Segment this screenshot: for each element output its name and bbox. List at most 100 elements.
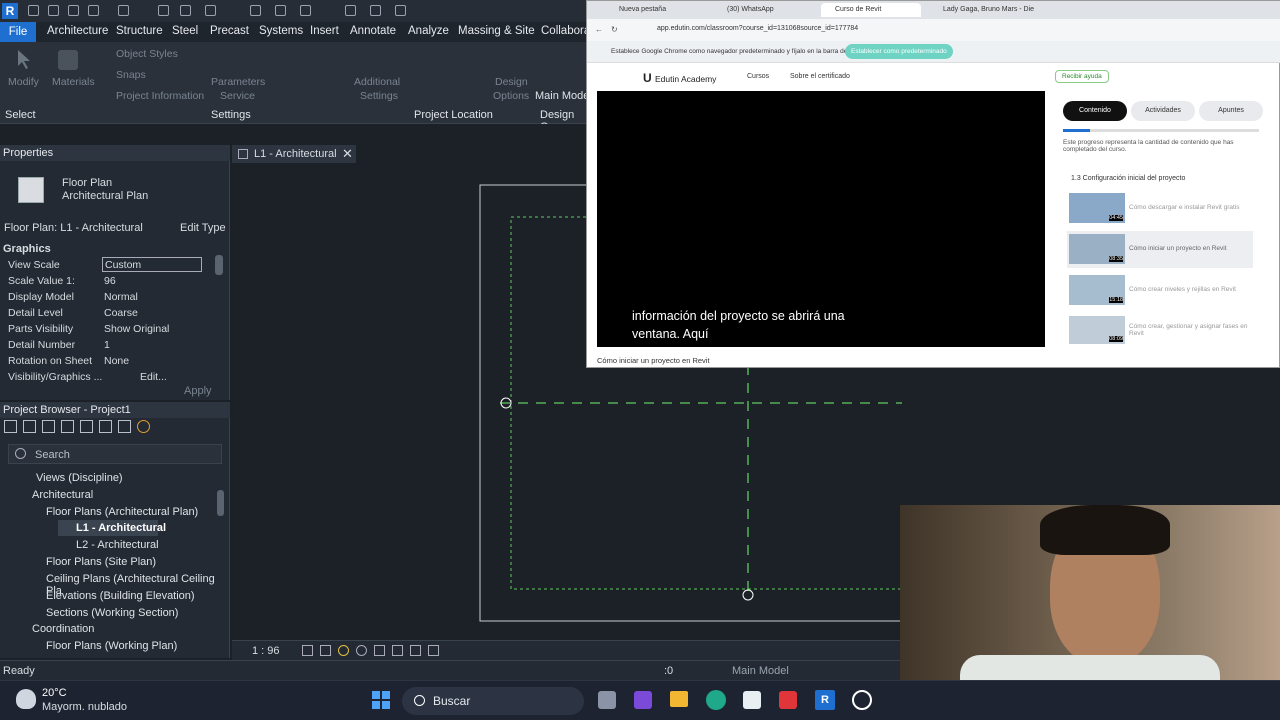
type-selector-line1[interactable]: Floor Plan — [62, 177, 112, 189]
browser-tab[interactable]: (30) WhatsApp — [713, 3, 813, 17]
revit-logo-icon[interactable]: R — [2, 3, 18, 19]
section-title[interactable]: 1.3 Configuración inicial del proyecto — [1071, 175, 1185, 182]
sync-icon[interactable] — [68, 5, 79, 16]
tree-item-working-plan[interactable]: Floor Plans (Working Plan) — [46, 640, 177, 652]
browser-tab[interactable]: Lady Gaga, Bruno Mars - Die W — [929, 3, 1041, 27]
hide-crop-icon[interactable] — [392, 645, 403, 656]
windows-start-icon[interactable] — [372, 691, 390, 709]
set-default-button[interactable]: Establecer como predeterminado — [845, 44, 953, 59]
display-model-field[interactable]: Normal — [104, 291, 138, 303]
text-icon[interactable] — [275, 5, 286, 16]
help-button[interactable]: Recibir ayuda — [1055, 70, 1109, 83]
tab-annotate[interactable]: Annotate — [350, 25, 396, 37]
lesson-thumb[interactable]: 08:35 — [1069, 234, 1125, 264]
view-icon[interactable] — [118, 420, 131, 433]
sheet-icon[interactable] — [99, 420, 112, 433]
lesson-thumb[interactable]: 15:18 — [1069, 275, 1125, 305]
revit-taskbar-icon[interactable]: R — [815, 690, 835, 710]
tab-insert[interactable]: Insert — [310, 25, 339, 37]
sun-path-icon[interactable] — [338, 645, 349, 656]
instance-filter[interactable]: Floor Plan: L1 - Architectural — [4, 222, 143, 234]
detail-level-field[interactable]: Coarse — [104, 307, 138, 319]
tab-precast[interactable]: Precast — [210, 25, 249, 37]
lesson-thumb[interactable]: 08:09 — [1069, 316, 1125, 344]
tab-analyze[interactable]: Analyze — [408, 25, 449, 37]
apply-button[interactable]: Apply — [184, 385, 212, 397]
browser-tab[interactable]: Nueva pestaña — [605, 3, 705, 17]
tab-massing-site[interactable]: Massing & Site — [458, 25, 535, 37]
copilot-icon[interactable] — [634, 691, 652, 709]
reveal-hidden-icon[interactable] — [428, 645, 439, 656]
lesson-title[interactable]: Cómo iniciar un proyecto en Revit — [1129, 245, 1227, 252]
measure-icon[interactable] — [180, 5, 191, 16]
tree-item-coordination[interactable]: Coordination — [32, 623, 94, 635]
active-workset[interactable]: Main Model — [732, 665, 789, 677]
print-icon[interactable] — [158, 5, 169, 16]
lesson-title[interactable]: Cómo descargar e instalar Revit gratis — [1129, 204, 1240, 211]
browser-search[interactable]: Search — [8, 444, 222, 464]
weather-temp[interactable]: 20°C — [42, 687, 67, 699]
tree-item-elevations[interactable]: Elevations (Building Elevation) — [46, 590, 195, 602]
additional-settings-button[interactable]: Additional — [354, 76, 400, 88]
3d-icon[interactable] — [300, 5, 311, 16]
lesson-title[interactable]: Cómo crear niveles y rejillas en Revit — [1129, 286, 1236, 293]
main-model-dropdown[interactable]: Main Mode — [535, 90, 589, 102]
undo-icon[interactable] — [88, 5, 99, 16]
panel-select[interactable]: Select — [5, 109, 36, 121]
open-icon[interactable] — [28, 5, 39, 16]
view-scale-select[interactable]: Custom — [102, 257, 202, 272]
task-view-icon[interactable] — [598, 691, 616, 709]
tab-contenido[interactable]: Contenido — [1063, 101, 1127, 121]
link-icon[interactable] — [137, 420, 150, 433]
save-icon[interactable] — [48, 5, 59, 16]
home-icon[interactable] — [4, 420, 17, 433]
parameters-button[interactable]: Parameters — [211, 76, 265, 88]
lesson-thumb[interactable]: 04:45 — [1069, 193, 1125, 223]
detail-number-field[interactable]: 1 — [104, 339, 110, 351]
tab-steel[interactable]: Steel — [172, 25, 198, 37]
obs-icon[interactable] — [852, 690, 872, 710]
file-explorer-icon[interactable] — [670, 691, 688, 707]
tab-structure[interactable]: Structure — [116, 25, 163, 37]
tree-item-floor-plans[interactable]: Floor Plans (Architectural Plan) — [46, 506, 198, 518]
store-icon[interactable] — [743, 691, 761, 709]
tab-file[interactable]: File — [0, 22, 36, 42]
properties-scrollbar[interactable] — [215, 255, 223, 275]
tab-systems[interactable]: Systems — [259, 25, 303, 37]
detail-level-icon[interactable] — [302, 645, 313, 656]
crop-icon[interactable] — [374, 645, 385, 656]
grid-icon[interactable] — [42, 420, 55, 433]
switch-windows-icon[interactable] — [370, 5, 381, 16]
edge-icon[interactable] — [706, 690, 726, 710]
nav-certificado[interactable]: Sobre el certificado — [790, 73, 850, 80]
tab-apuntes[interactable]: Apuntes — [1199, 101, 1263, 121]
nav-cursos[interactable]: Cursos — [747, 73, 769, 80]
edit-type-button[interactable]: Edit Type — [180, 222, 226, 234]
object-styles-button[interactable]: Object Styles — [116, 48, 178, 60]
service-button[interactable]: Service — [220, 90, 255, 102]
home-icon[interactable] — [345, 5, 356, 16]
list-icon[interactable] — [61, 420, 74, 433]
tree-item-site-plan[interactable]: Floor Plans (Site Plan) — [46, 556, 156, 568]
redo-icon[interactable] — [118, 5, 129, 16]
materials-button[interactable]: Materials — [52, 76, 95, 88]
browser-scrollbar[interactable] — [217, 490, 224, 516]
cube-icon[interactable] — [80, 420, 93, 433]
tab-collaborate[interactable]: Collabora — [541, 25, 590, 37]
tab-architecture[interactable]: Architecture — [47, 25, 108, 37]
reload-icon[interactable]: ↻ — [611, 25, 618, 34]
type-selector-line2[interactable]: Architectural Plan — [62, 190, 148, 202]
snaps-button[interactable]: Snaps — [116, 69, 146, 81]
tree-item-architectural[interactable]: Architectural — [32, 489, 93, 501]
weather-icon[interactable] — [16, 689, 36, 709]
visibility-graphics-edit-button[interactable]: Edit... — [140, 371, 167, 383]
video-player[interactable]: información del proyecto se abrirá una v… — [597, 91, 1045, 347]
dimension-icon[interactable] — [205, 5, 216, 16]
address-bar[interactable]: app.edutin.com/classroom?course_id=13106… — [657, 25, 858, 32]
wps-icon[interactable] — [779, 691, 797, 709]
shadows-icon[interactable] — [356, 645, 367, 656]
back-icon[interactable]: ← — [595, 25, 603, 34]
tree-item-l2[interactable]: L2 - Architectural — [76, 539, 159, 551]
tree-item-views[interactable]: Views (Discipline) — [36, 472, 123, 484]
lesson-title[interactable]: Cómo crear, gestionar y asignar fases en… — [1129, 323, 1255, 337]
